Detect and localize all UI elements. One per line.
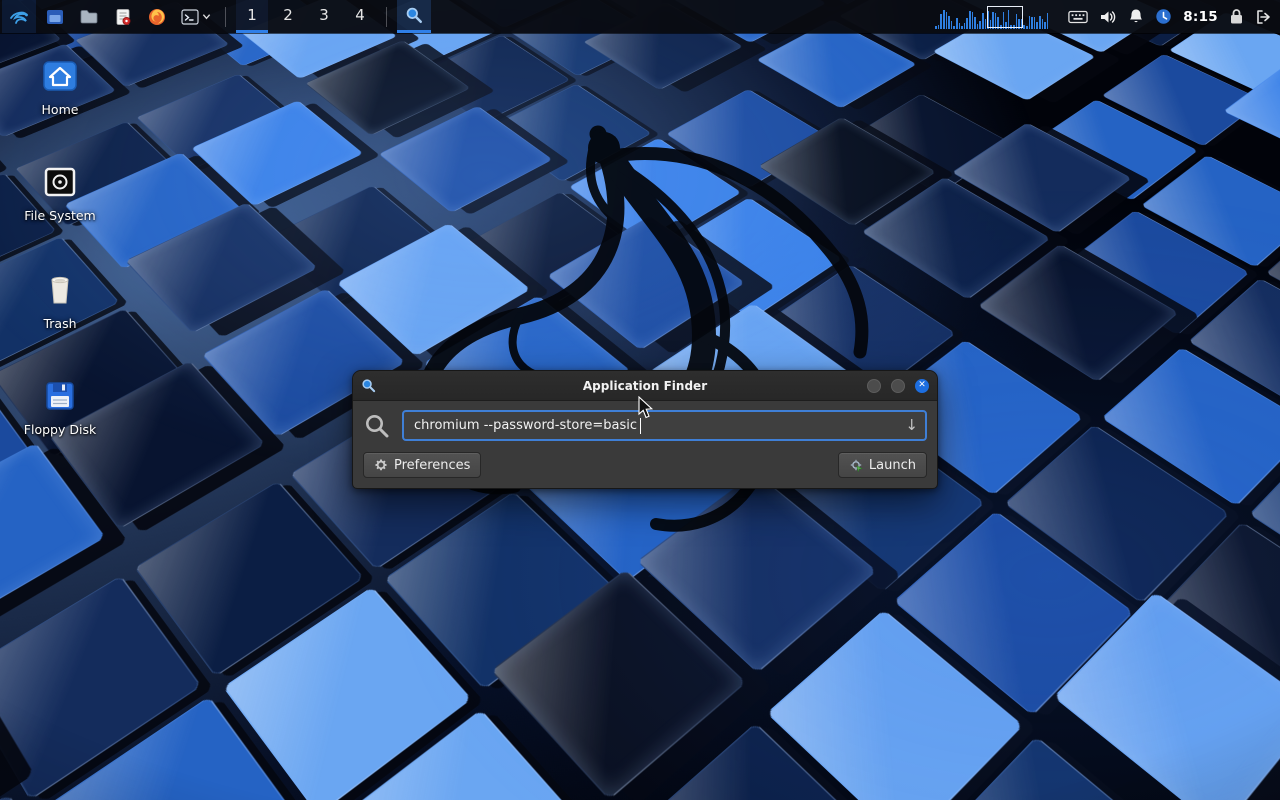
panel-separator [225, 7, 226, 27]
text-caret [640, 418, 641, 434]
desktop-icon-label: File System [24, 208, 96, 223]
kali-logo-icon [7, 5, 31, 29]
dropdown-arrow-icon[interactable]: ↓ [905, 418, 918, 433]
close-icon: ✕ [918, 381, 926, 390]
update-icon[interactable] [1155, 8, 1172, 25]
system-monitor-graph[interactable] [935, 5, 1057, 29]
firefox-icon [147, 7, 167, 27]
bell-icon[interactable] [1128, 8, 1144, 25]
trash-icon [40, 270, 80, 310]
taskbar-app-finder[interactable] [397, 0, 431, 33]
command-input-value: chromium --password-store=basic [414, 418, 637, 433]
logout-icon[interactable] [1255, 9, 1272, 25]
clock[interactable]: 8:15 [1183, 9, 1218, 25]
maximize-button[interactable] [891, 379, 905, 393]
window-manager-launcher[interactable] [40, 0, 70, 33]
keyboard-icon[interactable] [1068, 10, 1088, 24]
home-folder-icon [40, 56, 80, 96]
workspace-3[interactable]: 3 [308, 0, 340, 33]
workspace-4[interactable]: 4 [344, 0, 376, 33]
panel-separator [386, 7, 387, 27]
preferences-label: Preferences [394, 458, 470, 473]
window-icon [45, 7, 65, 27]
workspace-1[interactable]: 1 [236, 0, 268, 33]
lock-icon[interactable] [1229, 8, 1244, 25]
minimize-button[interactable] [867, 379, 881, 393]
kali-menu-button[interactable] [2, 0, 36, 33]
window-title: Application Finder [583, 379, 707, 393]
workspace-number: 4 [355, 6, 365, 24]
terminal-icon [180, 7, 200, 27]
volume-icon[interactable] [1099, 9, 1117, 25]
titlebar[interactable]: Application Finder ✕ [353, 371, 937, 401]
desktop-icon-file-system[interactable]: File System [12, 162, 108, 223]
desktop-icon-home[interactable]: Home [12, 56, 108, 117]
app-finder-task-icon [405, 6, 423, 24]
workspace-2[interactable]: 2 [272, 0, 304, 33]
floppy-disk-icon [40, 376, 80, 416]
desktop-icon-trash[interactable]: Trash [12, 270, 108, 331]
launch-label: Launch [869, 458, 916, 473]
launch-icon [849, 458, 863, 472]
file-system-icon [40, 162, 80, 202]
app-finder-window-icon [361, 378, 376, 393]
command-input[interactable]: chromium --password-store=basic ↓ [402, 410, 927, 441]
workspace-number: 2 [283, 6, 293, 24]
chevron-down-icon [202, 12, 211, 21]
preferences-button[interactable]: Preferences [363, 452, 481, 478]
text-editor-launcher[interactable] [108, 0, 138, 33]
close-button[interactable]: ✕ [915, 379, 929, 393]
workspace-number: 1 [247, 6, 257, 24]
desktop-icon-label: Home [42, 102, 79, 117]
top-panel: 1 2 3 4 [0, 0, 1280, 33]
launch-button[interactable]: Launch [838, 452, 927, 478]
application-finder-window: Application Finder ✕ chromium --password… [352, 370, 938, 489]
file-manager-launcher[interactable] [74, 0, 104, 33]
terminal-launcher[interactable] [176, 0, 215, 33]
text-editor-icon [113, 7, 133, 27]
desktop-screen: Home File System Trash Floppy Disk [0, 0, 1280, 800]
workspace-number: 3 [319, 6, 329, 24]
folder-icon [79, 7, 99, 27]
search-icon [363, 412, 391, 440]
desktop-icon-label: Trash [43, 316, 76, 331]
desktop-icon-label: Floppy Disk [24, 422, 96, 437]
gear-icon [374, 458, 388, 472]
desktop-icon-floppy-disk[interactable]: Floppy Disk [12, 376, 108, 437]
firefox-launcher[interactable] [142, 0, 172, 33]
